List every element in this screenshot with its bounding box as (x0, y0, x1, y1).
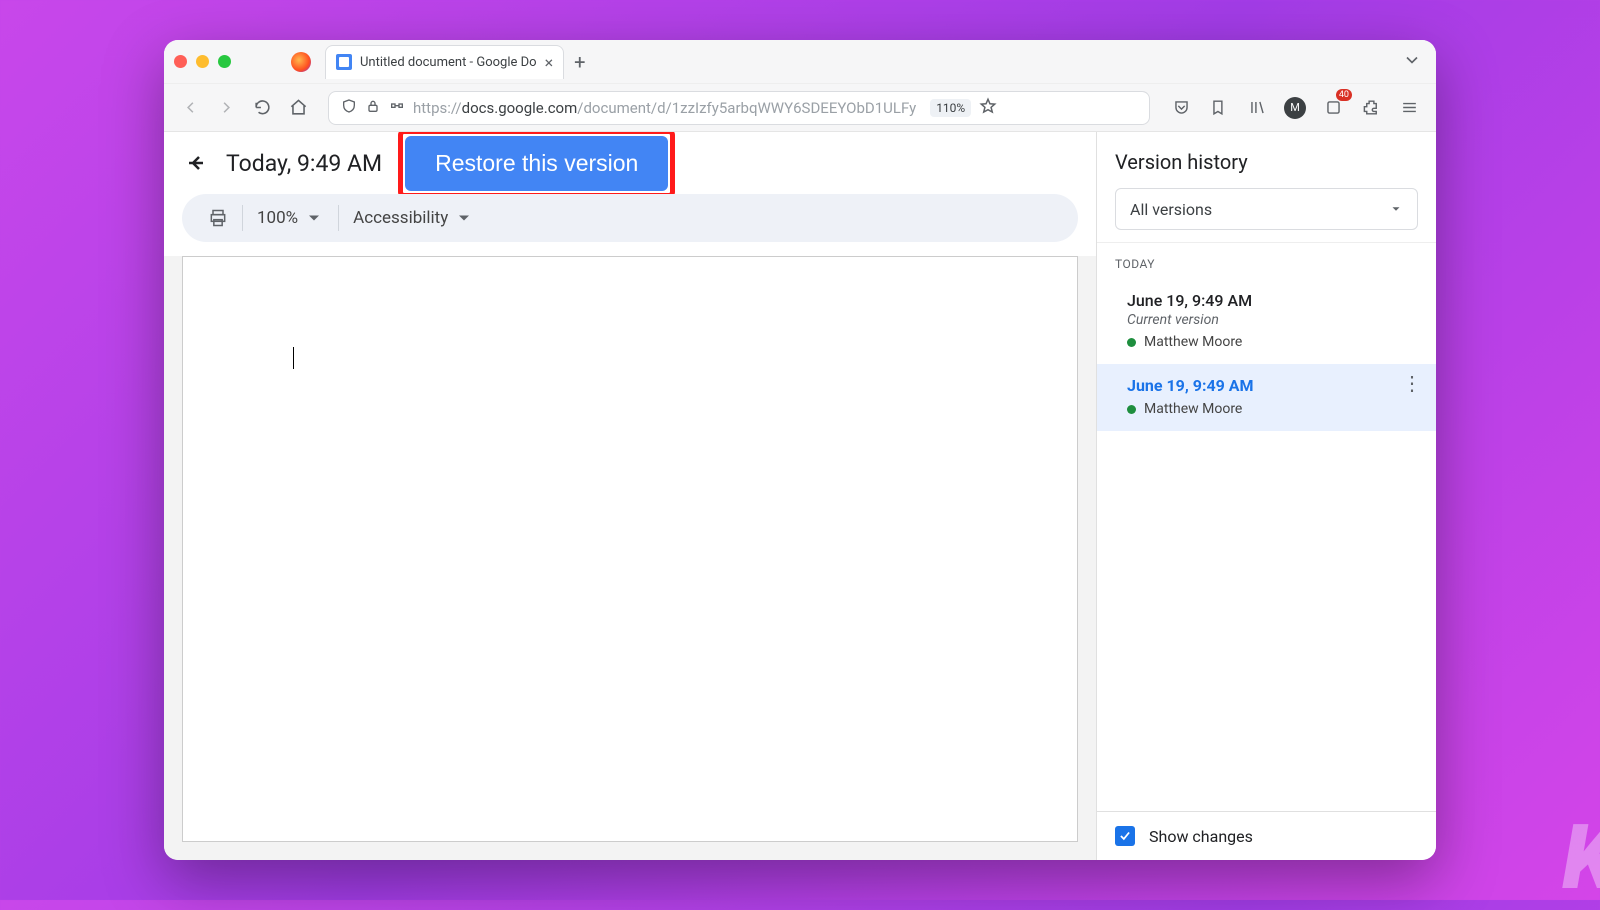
document-page[interactable] (182, 256, 1078, 842)
watermark: K (1562, 805, 1600, 910)
nav-forward-icon[interactable] (212, 94, 240, 122)
text-cursor (293, 347, 294, 369)
show-changes-label: Show changes (1149, 827, 1253, 846)
menu-icon[interactable] (1394, 93, 1424, 123)
version-filter-dropdown[interactable]: All versions (1115, 188, 1418, 230)
version-item[interactable]: June 19, 9:49 AM Current version Matthew… (1097, 279, 1436, 364)
google-docs-favicon (336, 54, 352, 70)
url-bar: https://docs.google.com/document/d/1zzIz… (164, 84, 1436, 132)
back-arrow-icon[interactable] (182, 149, 210, 177)
editor-name: Matthew Moore (1144, 401, 1242, 417)
extension-badge: 40 (1336, 89, 1352, 101)
permissions-icon[interactable] (389, 98, 405, 118)
nav-back-icon[interactable] (176, 94, 204, 122)
version-header: Today, 9:49 AM Restore this version (164, 132, 1096, 194)
lock-icon (365, 98, 381, 118)
separator (338, 205, 339, 231)
document-area[interactable] (164, 256, 1096, 860)
sidebar-footer: Show changes (1097, 811, 1436, 860)
separator (242, 205, 243, 231)
sidebar-title: Version history (1115, 150, 1418, 174)
bookmark-star-icon[interactable] (979, 97, 997, 119)
accessibility-menu[interactable]: Accessibility (353, 208, 474, 228)
save-to-pocket-icon[interactable] (1166, 93, 1196, 123)
annotation-highlight: Restore this version (398, 132, 675, 198)
editor-color-icon (1127, 405, 1136, 414)
version-time: June 19, 9:49 AM (1127, 291, 1418, 310)
extensions-puzzle-icon[interactable] (1356, 93, 1386, 123)
version-timestamp: Today, 9:49 AM (226, 150, 382, 177)
tab-strip: Untitled document - Google Do × + (164, 40, 1436, 84)
maximize-window-icon[interactable] (218, 55, 231, 68)
url-text: https://docs.google.com/document/d/1zzIz… (413, 99, 916, 117)
main-panel: Today, 9:49 AM Restore this version 100%… (164, 132, 1096, 860)
new-tab-button[interactable]: + (574, 50, 585, 74)
version-note: Current version (1127, 312, 1418, 328)
library-icon[interactable] (1242, 93, 1272, 123)
zoom-badge[interactable]: 110% (930, 99, 971, 117)
version-time: June 19, 9:49 AM (1127, 376, 1418, 395)
editor-name: Matthew Moore (1144, 334, 1242, 350)
address-bar[interactable]: https://docs.google.com/document/d/1zzIz… (328, 91, 1150, 125)
firefox-icon (291, 52, 311, 72)
browser-tab[interactable]: Untitled document - Google Do × (325, 45, 564, 79)
reload-icon[interactable] (248, 94, 276, 122)
tabs-dropdown-icon[interactable] (1398, 46, 1426, 78)
app-content: Today, 9:49 AM Restore this version 100%… (164, 132, 1436, 860)
version-list: June 19, 9:49 AM Current version Matthew… (1097, 279, 1436, 811)
version-more-icon[interactable]: ⋮ (1402, 380, 1422, 386)
minimize-window-icon[interactable] (196, 55, 209, 68)
doc-toolbar: 100% Accessibility (182, 194, 1078, 242)
tab-title: Untitled document - Google Do (360, 55, 537, 70)
close-tab-icon[interactable]: × (545, 53, 554, 72)
print-icon[interactable] (208, 208, 228, 228)
zoom-dropdown[interactable]: 100% (257, 208, 324, 228)
account-avatar[interactable]: M (1280, 93, 1310, 123)
window-controls (174, 55, 231, 68)
reading-list-icon[interactable] (1204, 93, 1234, 123)
editor-color-icon (1127, 338, 1136, 347)
browser-window: Untitled document - Google Do × + https:… (164, 40, 1436, 860)
home-icon[interactable] (284, 94, 312, 122)
version-item-selected[interactable]: June 19, 9:49 AM Matthew Moore ⋮ (1097, 364, 1436, 431)
close-window-icon[interactable] (174, 55, 187, 68)
restore-version-button[interactable]: Restore this version (405, 136, 668, 191)
show-changes-checkbox[interactable] (1115, 826, 1135, 846)
version-group-label: TODAY (1097, 242, 1436, 279)
version-history-sidebar: Version history All versions TODAY June … (1096, 132, 1436, 860)
extensions-icon[interactable]: 40 (1318, 93, 1348, 123)
shield-icon (341, 98, 357, 118)
